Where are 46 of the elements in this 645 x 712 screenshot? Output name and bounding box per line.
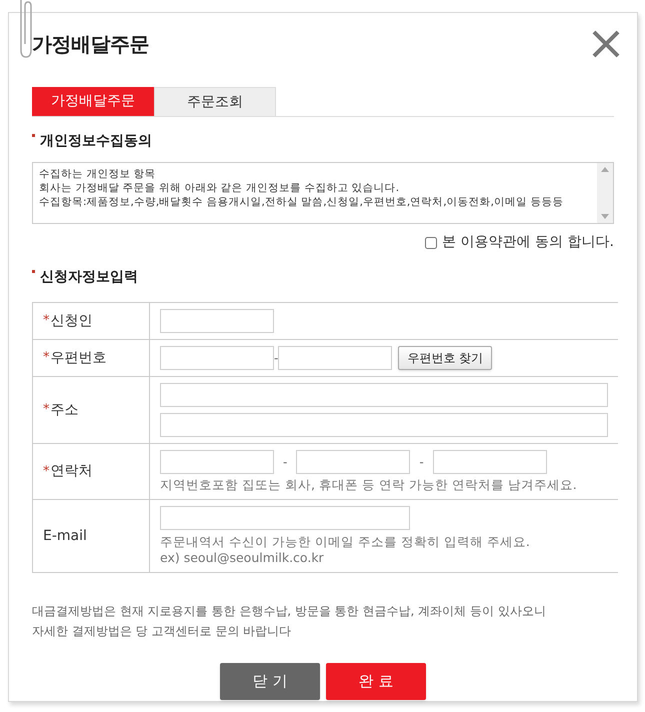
field-label: 주소	[50, 400, 78, 420]
separator: -	[274, 350, 278, 367]
terms-text: 수집항목:제품정보,수량,배달횟수 음용개시일,전하실 말씀,신청일,우편번호,연락처,이동전화,이메일 등등등	[39, 195, 564, 209]
text-field[interactable]	[160, 383, 608, 407]
dialog-title: 가정배달주문	[32, 31, 149, 58]
field-hint: 지역번호포함 집또는 회사, 휴대폰 등 연락 가능한 연락처를 남겨주세요.	[160, 477, 578, 493]
field-label: 우편번호	[50, 348, 106, 368]
required-mark: *	[43, 462, 50, 481]
text-field[interactable]	[160, 506, 410, 530]
terms-text: 수집하는 개인정보 항목	[39, 167, 157, 181]
complete-button[interactable]: 완 료	[326, 663, 426, 700]
field-hint: 주문내역서 수신이 가능한 이메일 주소를 정확히 입력해 주세요.	[160, 534, 531, 550]
scroll-down-icon[interactable]	[601, 214, 609, 219]
section-heading: 개인정보수집동의	[40, 132, 152, 151]
tab[interactable]: 주문조회	[154, 87, 276, 116]
postcode-search-button[interactable]: 우편번호 찾기	[398, 346, 492, 370]
agree-checkbox[interactable]	[425, 236, 438, 248]
text-field[interactable]	[160, 450, 274, 474]
text-field[interactable]	[296, 450, 410, 474]
close-icon[interactable]	[590, 28, 622, 60]
separator: -	[283, 454, 288, 471]
required-mark: *	[43, 349, 50, 368]
text-field[interactable]	[432, 450, 547, 474]
tab[interactable]: 가정배달주문	[32, 87, 154, 116]
field-hint: ex) seoul@seoulmilk.co.kr	[160, 550, 325, 566]
section-heading: 신청자정보입력	[40, 268, 138, 287]
payment-notice: 자세한 결제방법은 당 고객센터로 문의 바랍니다	[32, 623, 292, 640]
bullet-icon	[32, 270, 35, 273]
required-mark: *	[43, 401, 50, 420]
scroll-up-icon[interactable]	[601, 167, 609, 172]
agree-label: 본 이용약관에 동의 합니다.	[442, 233, 614, 252]
field-label: E-mail	[43, 526, 87, 546]
text-field[interactable]	[160, 309, 274, 333]
separator: -	[419, 454, 424, 471]
text-field[interactable]	[160, 413, 608, 437]
text-field[interactable]	[160, 346, 274, 370]
scrollbar[interactable]	[597, 163, 613, 223]
text-field[interactable]	[278, 346, 392, 370]
payment-notice: 대금결제방법은 현재 지로용지를 통한 은행수납, 방문을 통한 현금수납, 계좌이체 등이 있사오니	[32, 603, 547, 620]
field-label: 연락처	[50, 462, 92, 481]
bullet-icon	[32, 134, 35, 137]
required-mark: *	[43, 312, 50, 330]
paperclip-icon	[18, 0, 34, 60]
field-label: 신청인	[50, 312, 92, 330]
terms-text: 회사는 가정배달 주문을 위해 아래와 같은 개인정보를 수집하고 있습니다.	[39, 181, 400, 195]
close-button[interactable]: 닫 기	[220, 663, 320, 700]
